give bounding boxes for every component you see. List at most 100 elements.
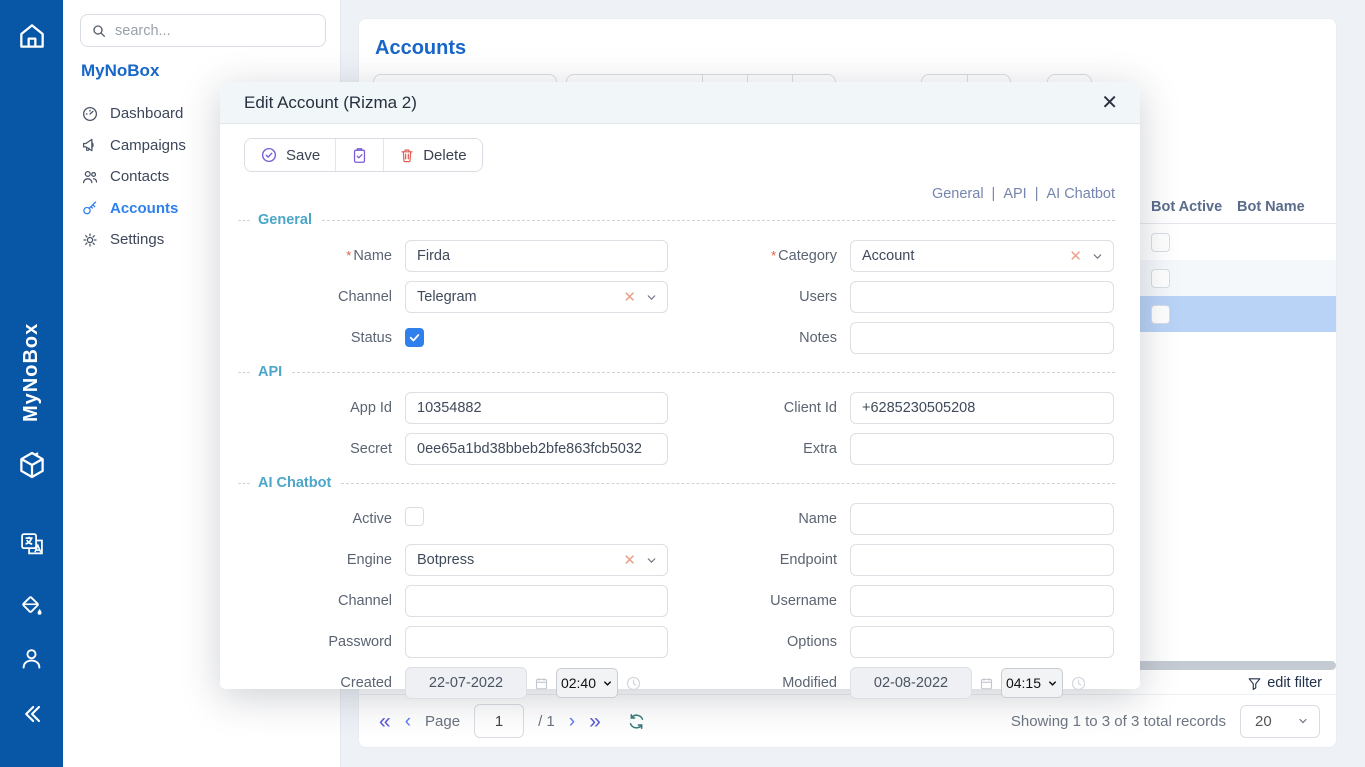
edit-filter-button[interactable]: edit filter	[1247, 675, 1322, 691]
refresh-icon[interactable]	[627, 712, 646, 731]
clipboard-button[interactable]	[335, 139, 383, 171]
chevron-down-icon	[645, 291, 658, 304]
rail-brand-vertical: MyNoBox	[0, 297, 63, 447]
modal-toolbar: Save Delete	[244, 138, 483, 172]
section-ai-chatbot: AI Chatbot	[238, 475, 1115, 491]
label-options: Options	[668, 634, 850, 650]
options-input[interactable]	[850, 626, 1114, 658]
label-active: Active	[220, 511, 405, 527]
label-name: Name	[353, 248, 392, 264]
translate-icon[interactable]	[0, 530, 63, 558]
last-page-button[interactable]: »	[589, 711, 601, 732]
required-asterisk: *	[771, 248, 776, 263]
bot-active-checkbox[interactable]	[1151, 233, 1170, 252]
modal-title: Edit Account (Rizma 2)	[244, 93, 417, 113]
people-icon	[81, 168, 99, 186]
modified-date-input: 02-08-2022	[850, 667, 972, 699]
column-header-bot-active[interactable]: Bot Active	[1151, 199, 1222, 215]
label-app-id: App Id	[220, 400, 405, 416]
calendar-icon[interactable]	[534, 676, 549, 691]
trash-icon	[399, 147, 415, 164]
check-icon	[408, 331, 421, 344]
collapse-sidebar-icon[interactable]	[0, 700, 63, 728]
link-ai-chatbot[interactable]: AI Chatbot	[1046, 186, 1115, 202]
bot-name-input[interactable]	[850, 503, 1114, 535]
channel-select[interactable]: Telegram ✕	[405, 281, 668, 313]
paint-drop-icon[interactable]	[0, 592, 63, 620]
bot-active-checkbox[interactable]	[1151, 269, 1170, 288]
gear-icon	[81, 231, 99, 249]
megaphone-icon	[81, 136, 99, 154]
label-secret: Secret	[220, 441, 405, 457]
funnel-icon	[1247, 676, 1262, 691]
total-pages: / 1	[538, 713, 555, 730]
secret-input[interactable]	[405, 433, 668, 465]
chevron-down-icon	[1297, 715, 1309, 727]
bot-active-checkbox[interactable]	[1151, 305, 1170, 324]
label-category: Category	[778, 248, 837, 264]
bot-channel-input[interactable]	[405, 585, 668, 617]
clock-icon	[625, 675, 642, 692]
app-id-input[interactable]	[405, 392, 668, 424]
status-checkbox[interactable]	[405, 328, 424, 347]
search-input[interactable]	[115, 23, 315, 39]
link-general[interactable]: General	[932, 186, 984, 202]
label-channel: Channel	[220, 289, 405, 305]
required-asterisk: *	[346, 248, 351, 263]
clear-icon[interactable]: ✕	[623, 551, 636, 569]
password-input[interactable]	[405, 626, 668, 658]
label-engine: Engine	[220, 552, 405, 568]
clock-icon	[1070, 675, 1087, 692]
prev-page-button[interactable]: ‹	[405, 712, 411, 731]
pagination-bar: « ‹ Page / 1 › » Showing 1 to 3 of 3 tot…	[359, 694, 1336, 747]
cube-logo-icon[interactable]	[0, 448, 63, 482]
users-input[interactable]	[850, 281, 1114, 313]
delete-button[interactable]: Delete	[383, 139, 481, 171]
calendar-icon[interactable]	[979, 676, 994, 691]
search-icon	[91, 23, 107, 39]
page-number-input[interactable]	[474, 704, 524, 738]
modified-time-select[interactable]: 04:15	[1001, 668, 1063, 698]
first-page-button[interactable]: «	[379, 711, 391, 732]
close-icon[interactable]: ✕	[1101, 93, 1118, 113]
home-icon[interactable]	[0, 20, 63, 52]
section-links: General | API | AI Chatbot	[220, 186, 1115, 202]
username-input[interactable]	[850, 585, 1114, 617]
label-created: Created	[220, 675, 405, 691]
clipboard-check-icon	[351, 147, 368, 164]
extra-input[interactable]	[850, 433, 1114, 465]
edit-account-modal: Edit Account (Rizma 2) ✕ Save Delete Gen…	[220, 82, 1140, 689]
engine-select[interactable]: Botpress ✕	[405, 544, 668, 576]
page-label: Page	[425, 713, 460, 730]
client-id-input[interactable]	[850, 392, 1114, 424]
name-input[interactable]	[405, 240, 668, 272]
modal-header: Edit Account (Rizma 2) ✕	[220, 82, 1140, 124]
created-time-select[interactable]: 02:40	[556, 668, 618, 698]
label-client-id: Client Id	[668, 400, 850, 416]
clear-icon[interactable]: ✕	[623, 288, 636, 306]
section-general: General	[238, 212, 1115, 228]
active-checkbox[interactable]	[405, 507, 424, 526]
chevron-down-icon	[602, 678, 613, 689]
user-icon[interactable]	[0, 645, 63, 672]
label-endpoint: Endpoint	[668, 552, 850, 568]
page-size-select[interactable]: 20	[1240, 705, 1320, 738]
label-modified: Modified	[668, 675, 850, 691]
notes-input[interactable]	[850, 322, 1114, 354]
link-api[interactable]: API	[1003, 186, 1026, 202]
created-date-input: 22-07-2022	[405, 667, 527, 699]
search-box[interactable]	[80, 14, 326, 47]
column-header-bot-name[interactable]: Bot Name	[1237, 199, 1305, 215]
label-users: Users	[668, 289, 850, 305]
chevron-down-icon	[645, 554, 658, 567]
clear-icon[interactable]: ✕	[1069, 247, 1082, 265]
label-status: Status	[220, 330, 405, 346]
label-extra: Extra	[668, 441, 850, 457]
label-password: Password	[220, 634, 405, 650]
endpoint-input[interactable]	[850, 544, 1114, 576]
save-button[interactable]: Save	[245, 139, 335, 171]
category-select[interactable]: Account ✕	[850, 240, 1114, 272]
label-bot-channel: Channel	[220, 593, 405, 609]
dashboard-icon	[81, 105, 99, 123]
next-page-button[interactable]: ›	[569, 712, 575, 731]
